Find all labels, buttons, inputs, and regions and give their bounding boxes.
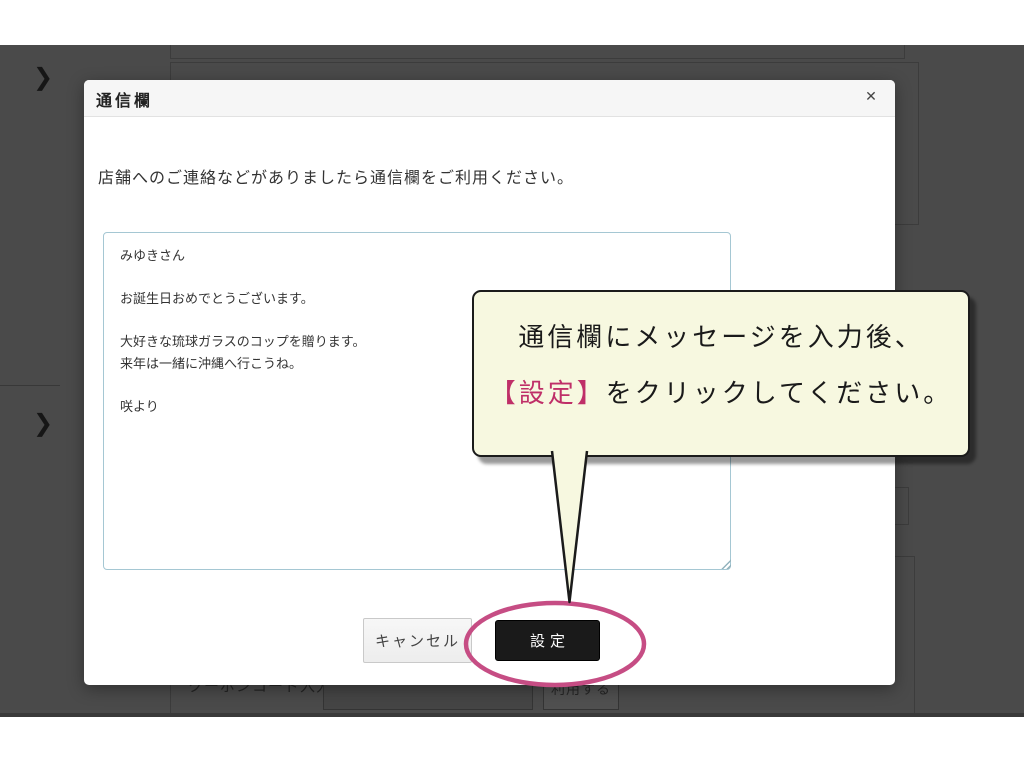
chevron-right-icon[interactable]: ❯	[30, 410, 56, 436]
tooltip-callout: 通信欄にメッセージを入力後、 【設定】をクリックしてください。	[472, 290, 970, 457]
cancel-button[interactable]: キャンセル	[363, 618, 472, 663]
background-section-box-top	[170, 45, 905, 59]
dialog-title: 通信欄	[96, 87, 153, 111]
sidebar-divider	[0, 385, 60, 386]
chevron-right-icon[interactable]: ❯	[30, 64, 56, 90]
tooltip-line1: 通信欄にメッセージを入力後、	[474, 310, 968, 366]
dialog-header: 通信欄 ✕	[84, 80, 895, 117]
close-icon[interactable]: ✕	[861, 87, 881, 107]
dialog-instruction: 店舗へのご連絡などがありましたら通信欄をご利用ください。	[98, 164, 574, 188]
tooltip-line2-rest: をクリックしてください。	[606, 379, 952, 408]
tooltip-highlight: 【設定】	[490, 379, 606, 408]
tooltip-line2: 【設定】をクリックしてください。	[474, 366, 968, 422]
screenshot-stage: ❯ ❯ クーポンコード入力 利用する 通信欄 ✕ 店舗へのご連絡などがありました…	[0, 0, 1024, 768]
submit-button[interactable]: 設定	[495, 620, 600, 661]
